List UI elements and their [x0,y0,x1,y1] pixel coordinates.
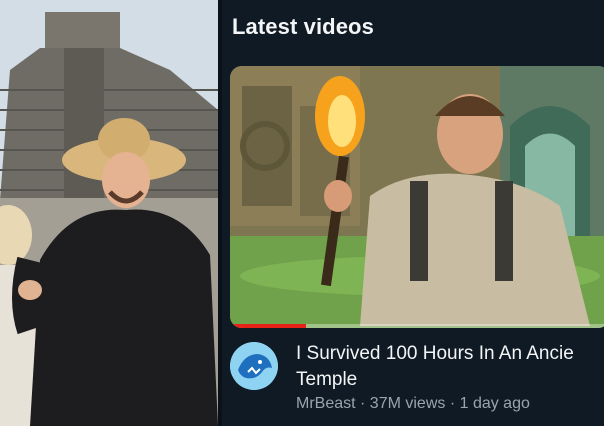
thumbnail-image [230,66,604,328]
view-count: 37M views [369,395,446,412]
latest-videos-panel: Latest videos I Survived 100 Hours In An… [222,0,604,426]
mrbeast-panther-logo-icon[interactable] [230,342,278,390]
section-title: Latest videos [232,14,374,39]
left-photo [0,0,218,426]
video-thumbnail[interactable] [230,66,604,328]
channel-name[interactable]: MrBeast [296,395,356,412]
photo-illustration [0,0,218,426]
upload-age: 1 day ago [459,395,530,412]
watch-progress-track [230,324,604,328]
video-title-line2: Temple [296,369,358,390]
watch-progress-fill [230,324,306,328]
avatar-graphic [230,342,278,390]
meta-separator: · [355,395,370,412]
video-title-line1: I Survived 100 Hours In An Ancie [296,343,574,364]
video-title[interactable]: I Survived 100 Hours In An Ancie Temple [296,341,604,393]
meta-separator: · [445,395,460,412]
video-meta: MrBeast · 37M views · 1 day ago [296,395,530,413]
